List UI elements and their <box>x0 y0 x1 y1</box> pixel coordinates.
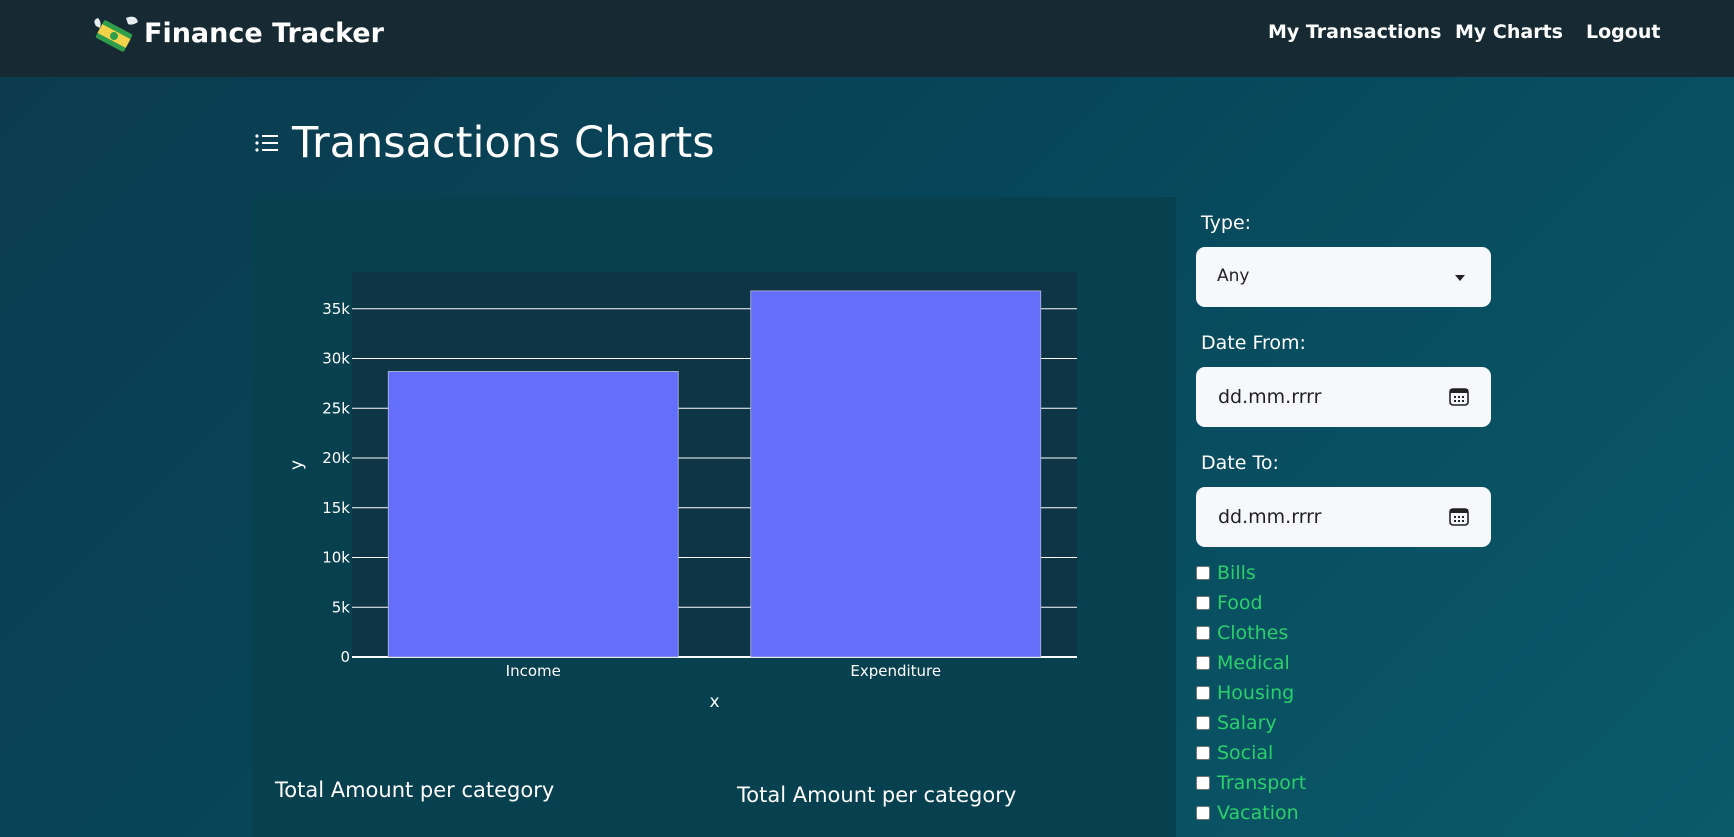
category-transport[interactable]: Transport <box>1196 771 1306 795</box>
y-tick-label: 5k <box>332 598 351 616</box>
nav-logout[interactable]: Logout <box>1586 21 1660 43</box>
checkbox[interactable] <box>1196 686 1210 700</box>
nav-my-transactions[interactable]: My Transactions <box>1268 21 1441 43</box>
category-housing[interactable]: Housing <box>1196 681 1294 705</box>
date-to-value: dd.mm.rrrr <box>1218 506 1322 528</box>
type-select-value: Any <box>1217 266 1250 286</box>
category-label: Clothes <box>1217 622 1289 644</box>
caret-down-icon <box>1455 275 1465 281</box>
calendar-icon[interactable] <box>1449 387 1469 406</box>
checkbox[interactable] <box>1196 596 1210 610</box>
bar <box>387 371 679 658</box>
y-axis-label: y <box>287 460 307 470</box>
page-header: Transactions Charts <box>254 118 715 168</box>
y-tick-label: 15k <box>322 499 350 517</box>
date-to-label: Date To: <box>1201 452 1279 474</box>
category-label: Food <box>1217 592 1263 614</box>
pie-chart-title: Total Amount per category <box>736 783 1016 807</box>
checkbox[interactable] <box>1196 806 1210 820</box>
money-logo-icon <box>94 16 138 52</box>
date-to-input[interactable]: dd.mm.rrrr <box>1196 487 1491 547</box>
x-tick-label: Expenditure <box>850 662 941 680</box>
pie-chart-title: Total Amount per category <box>274 778 554 802</box>
bar <box>750 290 1042 658</box>
y-tick-label: 30k <box>322 350 350 368</box>
category-vacation[interactable]: Vacation <box>1196 801 1299 825</box>
nav-my-charts[interactable]: My Charts <box>1455 21 1563 43</box>
category-clothes[interactable]: Clothes <box>1196 621 1288 645</box>
page-title: Transactions Charts <box>292 118 715 168</box>
category-label: Housing <box>1217 682 1295 704</box>
brand[interactable]: Finance Tracker <box>92 12 384 54</box>
type-label: Type: <box>1201 212 1252 234</box>
checkbox[interactable] <box>1196 626 1210 640</box>
navbar: Finance Tracker My Transactions My Chart… <box>0 0 1734 77</box>
calendar-icon[interactable] <box>1449 507 1469 526</box>
checkbox[interactable] <box>1196 776 1210 790</box>
checkbox[interactable] <box>1196 746 1210 760</box>
list-icon <box>255 134 278 152</box>
date-from-label: Date From: <box>1201 332 1306 354</box>
category-label: Medical <box>1217 652 1290 674</box>
checkbox[interactable] <box>1196 656 1210 670</box>
category-salary[interactable]: Salary <box>1196 711 1277 735</box>
bar-chart: 0 5k 10k 15k 20k 25k 30k 35k Income Expenditure x y… <box>274 272 1077 807</box>
checkbox[interactable] <box>1196 566 1210 580</box>
y-tick-label: 35k <box>322 300 350 318</box>
checkbox[interactable] <box>1196 716 1210 730</box>
category-label: Vacation <box>1217 802 1299 824</box>
type-select[interactable]: Any <box>1196 247 1491 307</box>
category-label: Social <box>1217 742 1274 764</box>
y-tick-label: 10k <box>322 549 350 567</box>
x-axis-label: x <box>709 692 719 712</box>
category-bills[interactable]: Bills <box>1196 561 1256 585</box>
category-social[interactable]: Social <box>1196 741 1273 765</box>
y-tick-label: 20k <box>322 449 350 467</box>
y-tick-label: 25k <box>322 399 350 417</box>
y-tick-label: 0 <box>340 648 350 666</box>
chart-panel: 0 5k 10k 15k 20k 25k 30k 35k Income Expenditure x y… <box>252 197 1176 837</box>
category-label: Bills <box>1217 562 1256 584</box>
category-label: Transport <box>1217 772 1307 794</box>
category-food[interactable]: Food <box>1196 591 1263 615</box>
brand-title: Finance Tracker <box>144 17 384 49</box>
category-medical[interactable]: Medical <box>1196 651 1290 675</box>
x-tick-label: Income <box>506 662 561 680</box>
date-from-input[interactable]: dd.mm.rrrr <box>1196 367 1491 427</box>
date-from-value: dd.mm.rrrr <box>1218 386 1322 408</box>
category-label: Salary <box>1217 712 1277 734</box>
